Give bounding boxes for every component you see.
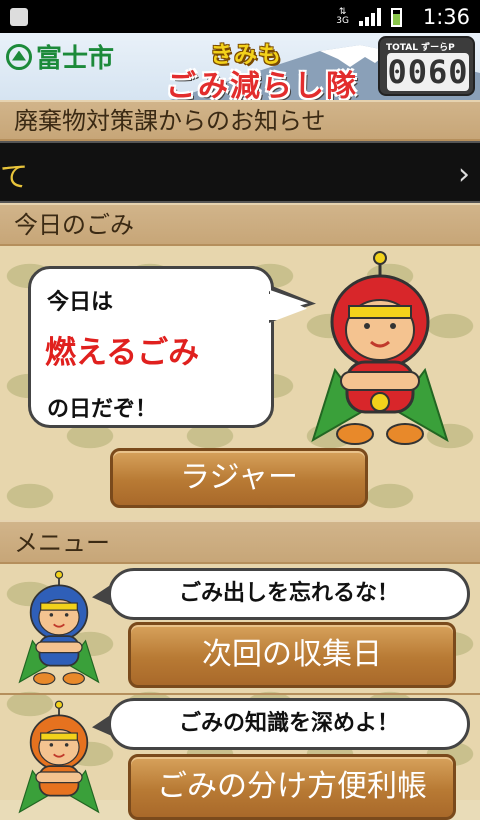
next-collection-button[interactable]: 次回の収集日 <box>128 622 456 688</box>
today-panel: 今日は 燃えるごみ の日だぞ！ ラジャー <box>0 246 480 520</box>
network-type-icon: ⇅ 3G <box>336 7 349 26</box>
today-heading: 今日のごみ <box>0 203 480 246</box>
city-logo: 富士市 <box>6 38 114 75</box>
battery-icon <box>391 7 402 27</box>
city-name: 富士市 <box>36 44 115 74</box>
status-bar: ⇅ 3G 1:36 <box>0 0 480 33</box>
today-line1: 今日は <box>47 290 114 315</box>
status-icons: ⇅ 3G <box>336 7 402 27</box>
counter-value: 0060 <box>387 53 469 91</box>
acknowledge-button[interactable]: ラジャー <box>110 448 368 508</box>
chevron-right-icon[interactable]: › <box>458 157 470 192</box>
app-notification-icon <box>10 8 28 26</box>
menu-panel: ごみ出しを忘れるな！ 次回の収集日 ごみの知識を深めよ！ ごみの分け方便利帳 <box>0 564 480 820</box>
menu-divider <box>0 693 480 695</box>
red-hero-mascot-icon <box>311 251 449 445</box>
menu-heading: メニュー <box>0 520 480 564</box>
ticker-text: て <box>0 160 29 193</box>
status-time: 1:36 <box>422 5 470 29</box>
today-line3: の日だぞ！ <box>47 397 158 422</box>
menu-speech-bubble-2: ごみの知識を深めよ！ <box>108 698 470 750</box>
points-counter: TOTAL ずーらP 0060 <box>378 36 475 96</box>
notice-heading: 廃棄物対策課からのお知らせ <box>0 100 480 141</box>
today-speech-bubble: 今日は 燃えるごみ の日だぞ！ <box>28 266 274 428</box>
sorting-guide-button[interactable]: ごみの分け方便利帳 <box>128 754 456 820</box>
notice-ticker[interactable]: て › <box>0 141 480 203</box>
menu-speech-bubble-1: ごみ出しを忘れるな！ <box>108 568 470 620</box>
orange-hero-mascot-icon <box>18 700 100 814</box>
app-title: ごみ減らし隊 <box>166 69 358 100</box>
garbage-type-text: 燃えるごみ <box>45 335 200 371</box>
app-header: 富士市 きみも ごみ減らし隊 TOTAL ずーらP 0060 <box>0 33 480 100</box>
blue-hero-mascot-icon <box>18 570 100 686</box>
signal-icon <box>359 8 381 26</box>
counter-label: TOTAL ずーらP <box>386 43 455 53</box>
city-emblem-icon <box>6 43 32 70</box>
